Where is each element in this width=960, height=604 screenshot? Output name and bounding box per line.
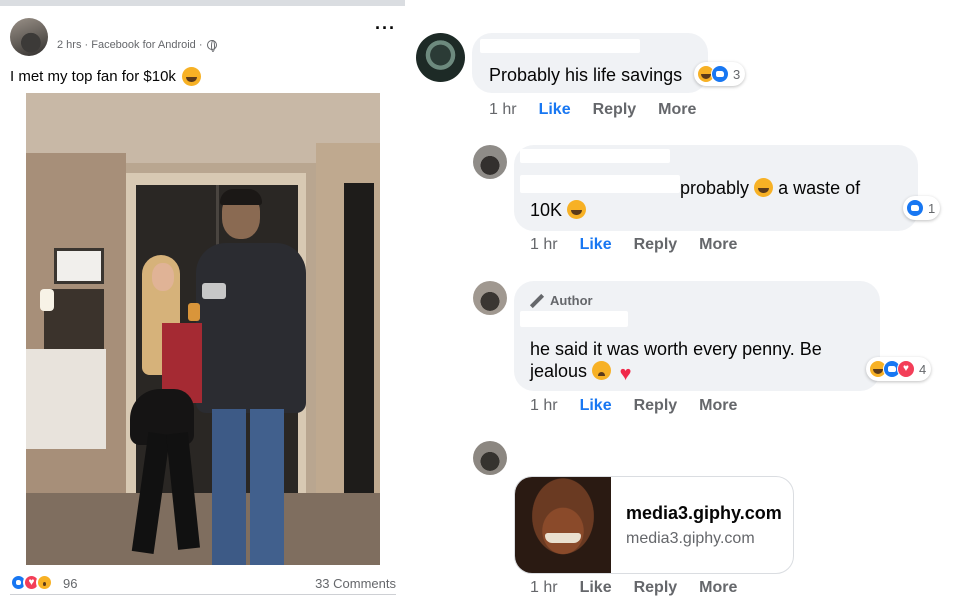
photo-wall-art [54,248,104,284]
comment-3-reply-button[interactable]: Reply [634,397,678,415]
photo-man-hair [220,189,262,205]
grinning-sweat-emoji-icon [181,67,201,86]
comment-2-text-line2: 10K [530,200,587,221]
photo-woman-face [152,263,174,291]
comment-2-reply-button[interactable]: Reply [634,236,678,254]
comment-2-bubble: probably a waste of 10K [514,145,918,231]
comment-3-actions: 1 hr Like Reply More [530,397,737,415]
photo-man-jeans-right [250,409,284,565]
like-reaction-icon [711,65,729,83]
comment-4-actions: 1 hr Like Reply More [530,579,737,597]
comment-2-like-button[interactable]: Like [580,236,612,254]
comment-1-name-redacted [480,39,640,53]
comment-1-avatar[interactable] [416,33,465,82]
wow-reaction-icon [36,574,53,591]
pencil-icon [530,294,544,308]
photo-drink-cup [188,303,200,321]
photo-lamp [40,289,54,311]
giphy-link-preview[interactable]: media3.giphy.com media3.giphy.com [514,476,794,574]
comment-2-actions: 1 hr Like Reply More [530,236,737,254]
comment-2-reactions[interactable]: 1 [903,196,941,220]
post-photo[interactable] [26,93,380,565]
comment-4-like-button[interactable]: Like [580,579,612,597]
post-text-row: I met my top fan for $10k [10,67,201,86]
comment-2-avatar[interactable] [473,145,507,179]
comment-4-more-button[interactable]: More [699,579,737,597]
photo-bed [26,349,106,449]
comment-1-reactions[interactable]: 3 [694,62,746,86]
comment-1-reaction-count: 3 [733,66,741,82]
comment-2-more-button[interactable]: More [699,236,737,254]
comment-3-like-button[interactable]: Like [580,397,612,415]
post-author-avatar[interactable] [10,18,48,56]
post-footer: 96 33 Comments [10,574,396,592]
gif-thumbnail-grin [545,533,581,543]
link-title: media3.giphy.com [626,503,782,523]
comment-3-reaction-count: 4 [919,361,927,377]
comment-1-time[interactable]: 1 hr [489,101,517,119]
post-meta-text: 2 hrs · Facebook for Android · [57,39,203,51]
comment-1-actions: 1 hr Like Reply More [489,101,696,119]
comment-2-text-line1: probably a waste of [680,178,861,198]
link-domain: media3.giphy.com [626,530,755,547]
comment-3-text-line2: jealous ♥ [530,361,635,384]
comment-1-more-button[interactable]: More [658,101,696,119]
comment-3-text-line1: he said it was worth every penny. Be [530,339,822,359]
comment-3-avatar[interactable] [473,281,507,315]
comment-1-reply-button[interactable]: Reply [593,101,637,119]
comment-3-time[interactable]: 1 hr [530,397,558,415]
author-badge: Author [530,293,593,308]
post-bottom-divider [10,594,396,595]
love-reaction-icon [897,360,915,378]
gif-thumbnail [515,477,611,573]
grinning-sweat-emoji-icon [567,200,587,219]
photo-man-hoodie [196,243,306,413]
like-reaction-icon [906,199,924,217]
comment-4-avatar[interactable] [473,441,507,475]
comment-4-reply-button[interactable]: Reply [634,579,678,597]
globe-icon [206,40,217,52]
comment-1-bubble: Probably his life savings [472,33,708,93]
photo-man-jeans-left [212,409,246,565]
comment-3-name-redacted [520,311,628,327]
post-meta: 2 hrs · Facebook for Android · [57,39,217,52]
comment-1-like-button[interactable]: Like [539,101,571,119]
comment-4-name-redacted [528,448,648,462]
comment-3-reactions[interactable]: 4 [866,357,932,381]
author-badge-label: Author [550,293,593,308]
post-reaction-count[interactable]: 96 [63,576,77,591]
comment-4-time[interactable]: 1 hr [530,579,558,597]
photo-floor [26,493,380,565]
post-comment-count[interactable]: 33 Comments [315,576,396,591]
laughing-tears-emoji-icon [754,178,774,197]
more-options-icon[interactable]: ··· [375,19,396,37]
comment-2-reaction-count: 1 [928,200,936,216]
post-reactions[interactable] [10,574,53,591]
comment-3-more-button[interactable]: More [699,397,737,415]
post-card: 2 hrs · Facebook for Android · ··· I met… [0,6,405,604]
comment-2-text-redacted [520,175,680,193]
post-text: I met my top fan for $10k [10,68,176,85]
photo-phone [202,283,226,299]
pleading-face-emoji-icon [592,361,612,380]
heart-emoji-icon: ♥ [619,363,632,385]
comment-2-time[interactable]: 1 hr [530,236,558,254]
comment-1-text: Probably his life savings [489,65,683,85]
comment-2-name-redacted [520,149,670,163]
